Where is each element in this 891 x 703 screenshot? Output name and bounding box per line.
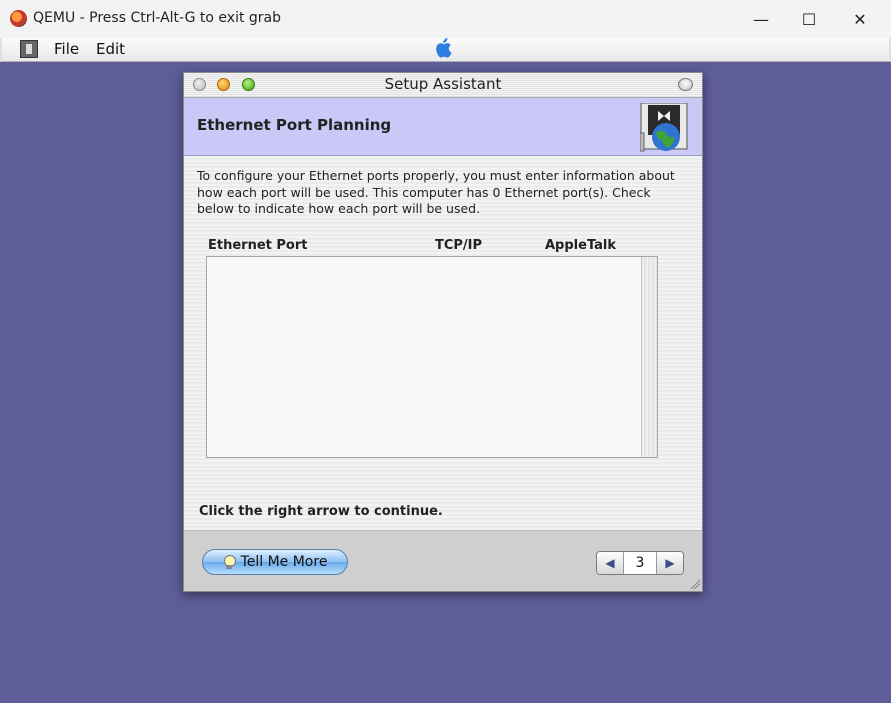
menu-edit[interactable]: Edit (96, 40, 125, 58)
qemu-app-icon (10, 10, 27, 27)
previous-page-button[interactable]: ◀ (597, 552, 623, 574)
guest-menubar: File Edit (0, 38, 891, 62)
port-list-scrollbar[interactable] (641, 257, 657, 457)
lightbulb-icon (223, 554, 236, 570)
finder-menu-icon[interactable] (20, 40, 38, 58)
setup-assistant-globe-icon (640, 103, 688, 152)
maximize-icon: ☐ (801, 9, 817, 29)
continue-hint: Click the right arrow to continue. (199, 504, 443, 519)
toolbar-toggle-button[interactable] (678, 78, 693, 91)
close-window-button[interactable]: ✕ (837, 4, 883, 34)
step-description: To configure your Ethernet ports properl… (197, 168, 675, 216)
resize-grip-icon[interactable] (689, 578, 700, 589)
page-number: 3 (623, 552, 657, 574)
step-body: To configure your Ethernet ports properl… (184, 156, 702, 531)
minimize-icon: — (753, 9, 769, 29)
next-page-button[interactable]: ▶ (657, 552, 683, 574)
apple-menu-icon[interactable] (434, 38, 452, 63)
tell-me-more-button[interactable]: Tell Me More (202, 549, 348, 575)
maximize-button[interactable]: ☐ (786, 4, 832, 34)
window-title: Setup Assistant (384, 75, 502, 93)
column-header-tcpip[interactable]: TCP/IP (435, 238, 482, 253)
host-titlebar: QEMU - Press Ctrl-Alt-G to exit grab — ☐… (0, 0, 891, 39)
setup-assistant-window: Setup Assistant Ethernet Port Planning T… (183, 72, 703, 592)
right-arrow-icon: ▶ (665, 556, 675, 570)
step-header: Ethernet Port Planning (184, 98, 702, 156)
minimize-button[interactable]: — (738, 4, 784, 34)
ethernet-port-list[interactable] (206, 256, 658, 458)
tell-me-more-label: Tell Me More (240, 554, 328, 570)
close-icon: ✕ (853, 9, 867, 29)
step-title: Ethernet Port Planning (197, 116, 392, 134)
column-header-ethernet-port[interactable]: Ethernet Port (208, 238, 307, 253)
host-window-title: QEMU - Press Ctrl-Alt-G to exit grab (33, 10, 282, 26)
page-navigator: ◀ 3 ▶ (596, 551, 684, 575)
navigation-bar: Tell Me More ◀ 3 ▶ (184, 531, 702, 591)
column-header-appletalk[interactable]: AppleTalk (545, 238, 616, 253)
left-arrow-icon: ◀ (605, 556, 615, 570)
window-titlebar: Setup Assistant (184, 73, 702, 98)
menu-file[interactable]: File (54, 40, 79, 58)
